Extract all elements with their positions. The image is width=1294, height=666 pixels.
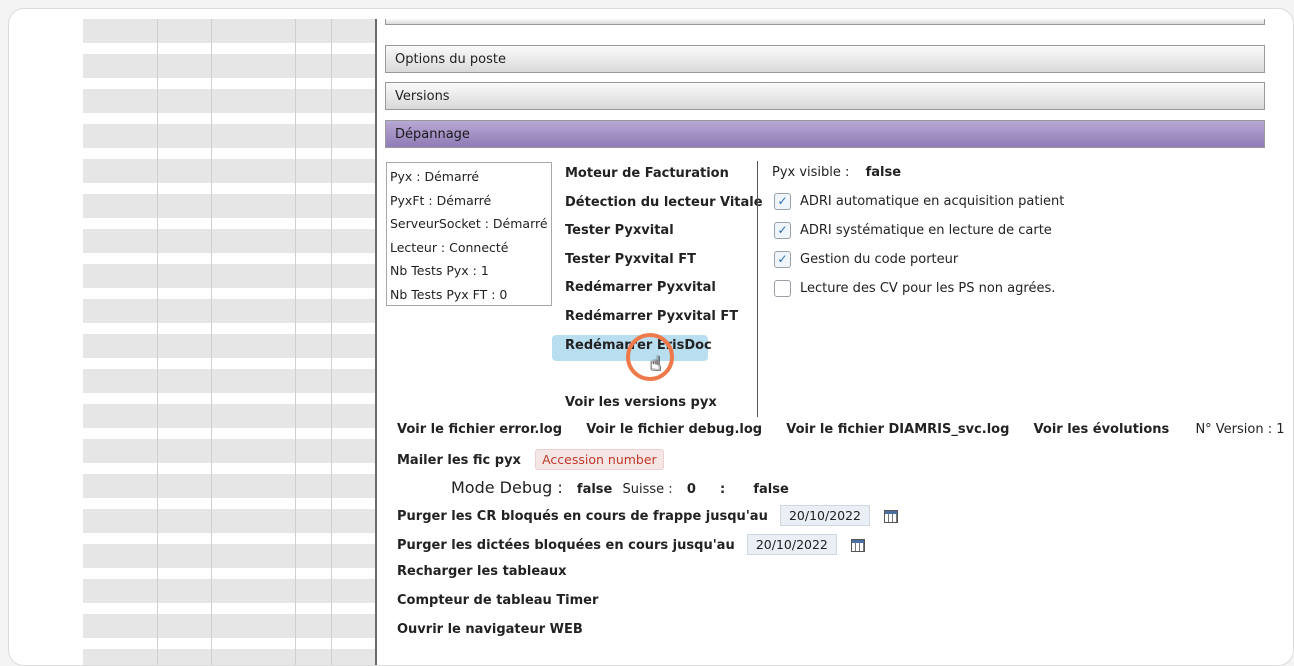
log-links-row: Voir le fichier error.log Voir le fichie… <box>397 422 1285 437</box>
tester-pyxvital-link[interactable]: Tester Pyxvital <box>565 223 674 238</box>
diamris-log-link[interactable]: Voir le fichier DIAMRIS_svc.log <box>786 422 1009 437</box>
hand-pointer-icon: ☝ <box>649 351 662 375</box>
mode-debug-label: Mode Debug : <box>451 478 563 497</box>
checkmark-icon[interactable]: ✓ <box>774 193 791 210</box>
status-serveur-socket: ServeurSocket : Démarré <box>390 216 548 232</box>
calendar-icon[interactable] <box>851 539 866 552</box>
accordion-header-options-poste[interactable]: Options du poste <box>385 45 1265 73</box>
adri-systematique-label: ADRI systématique en lecture de carte <box>800 223 1052 238</box>
mode-debug-value[interactable]: false <box>577 482 612 497</box>
adri-auto-label: ADRI automatique en acquisition patient <box>800 194 1065 209</box>
code-porteur-row[interactable]: ✓ Gestion du code porteur <box>774 251 958 268</box>
debug-log-link[interactable]: Voir le fichier debug.log <box>586 422 762 437</box>
calendar-icon[interactable] <box>884 510 899 523</box>
pyx-visible-label: Pyx visible : <box>772 165 850 180</box>
suisse-label: Suisse : <box>622 482 673 497</box>
accordion-header-versions[interactable]: Versions <box>385 82 1265 110</box>
code-porteur-label: Gestion du code porteur <box>800 252 959 267</box>
checkmark-icon[interactable]: ✓ <box>774 251 791 268</box>
version-label: N° Version : 1 <box>1195 422 1285 437</box>
purge-cr-link[interactable]: Purger les CR bloqués en cours de frappe… <box>397 509 768 524</box>
tester-pyxvital-ft-link[interactable]: Tester Pyxvital FT <box>565 252 696 267</box>
purge-dictees-row: Purger les dictées bloquées en cours jus… <box>397 534 866 555</box>
error-log-link[interactable]: Voir le fichier error.log <box>397 422 562 437</box>
colon-separator: : <box>720 482 726 497</box>
adri-auto-row[interactable]: ✓ ADRI automatique en acquisition patient <box>774 193 1064 210</box>
debug-row: Mode Debug : false Suisse : 0 : false <box>451 478 789 497</box>
status-pyxft: PyxFt : Démarré <box>390 192 492 208</box>
status-nb-tests-pyx-ft: Nb Tests Pyx FT : 0 <box>390 286 508 302</box>
status-pyx: Pyx : Démarré <box>390 169 480 184</box>
screenshot-card: Options du poste Versions Dépannage Pyx … <box>8 8 1294 666</box>
unchecked-checkbox[interactable] <box>774 280 791 297</box>
adri-systematique-row[interactable]: ✓ ADRI systématique en lecture de carte <box>774 222 1052 239</box>
evolutions-link[interactable]: Voir les évolutions <box>1034 422 1170 437</box>
ouvrir-navigateur-link[interactable]: Ouvrir le navigateur WEB <box>397 622 583 637</box>
left-grid-panel <box>83 19 375 665</box>
grid-divider <box>211 19 212 665</box>
detection-lecteur-link[interactable]: Détection du lecteur Vitale <box>565 195 763 210</box>
checkmark-icon[interactable]: ✓ <box>774 222 791 239</box>
suisse-value[interactable]: 0 <box>687 482 696 497</box>
mail-row: Mailer les fic pyx Accession number <box>397 449 664 470</box>
compteur-timer-link[interactable]: Compteur de tableau Timer <box>397 593 598 608</box>
accordion-header-collapsed[interactable] <box>385 19 1265 25</box>
vertical-separator <box>757 161 758 417</box>
recharger-tableaux-link[interactable]: Recharger les tableaux <box>397 564 567 579</box>
mail-pyx-link[interactable]: Mailer les fic pyx <box>397 453 521 468</box>
purge-dictees-link[interactable]: Purger les dictées bloquées en cours jus… <box>397 538 735 553</box>
purge-dictees-date-field[interactable]: 20/10/2022 <box>746 534 837 555</box>
lecture-cv-label: Lecture des CV pour les PS non agrées. <box>800 281 1056 296</box>
grid-divider <box>157 19 158 665</box>
status-lecteur: Lecteur : Connecté <box>390 239 509 255</box>
status-list: Pyx : Démarré PyxFt : Démarré ServeurSoc… <box>386 162 552 306</box>
lecture-cv-row[interactable]: Lecture des CV pour les PS non agrées. <box>774 280 1055 297</box>
purge-cr-date-field[interactable]: 20/10/2022 <box>779 505 871 526</box>
pyx-visible-value: false <box>865 165 902 180</box>
accession-number-badge[interactable]: Accession number <box>535 449 664 470</box>
grid-divider <box>295 19 296 665</box>
accordion-header-depannage[interactable]: Dépannage <box>385 120 1265 148</box>
status-nb-tests-pyx: Nb Tests Pyx : 1 <box>390 263 489 279</box>
voir-versions-pyx-link[interactable]: Voir les versions pyx <box>565 395 717 410</box>
main-panel: Options du poste Versions Dépannage Pyx … <box>375 19 1293 665</box>
moteur-facturation-link[interactable]: Moteur de Facturation <box>565 166 729 181</box>
pyx-visible-row: Pyx visible : false <box>772 165 901 180</box>
purge-cr-row: Purger les CR bloqués en cours de frappe… <box>397 505 899 526</box>
extra-debug-value[interactable]: false <box>753 482 788 497</box>
redemarrer-pyxvital-ft-link[interactable]: Redémarrer Pyxvital FT <box>565 309 738 324</box>
grid-divider <box>331 19 332 665</box>
redemarrer-pyxvital-link[interactable]: Redémarrer Pyxvital <box>565 280 716 295</box>
